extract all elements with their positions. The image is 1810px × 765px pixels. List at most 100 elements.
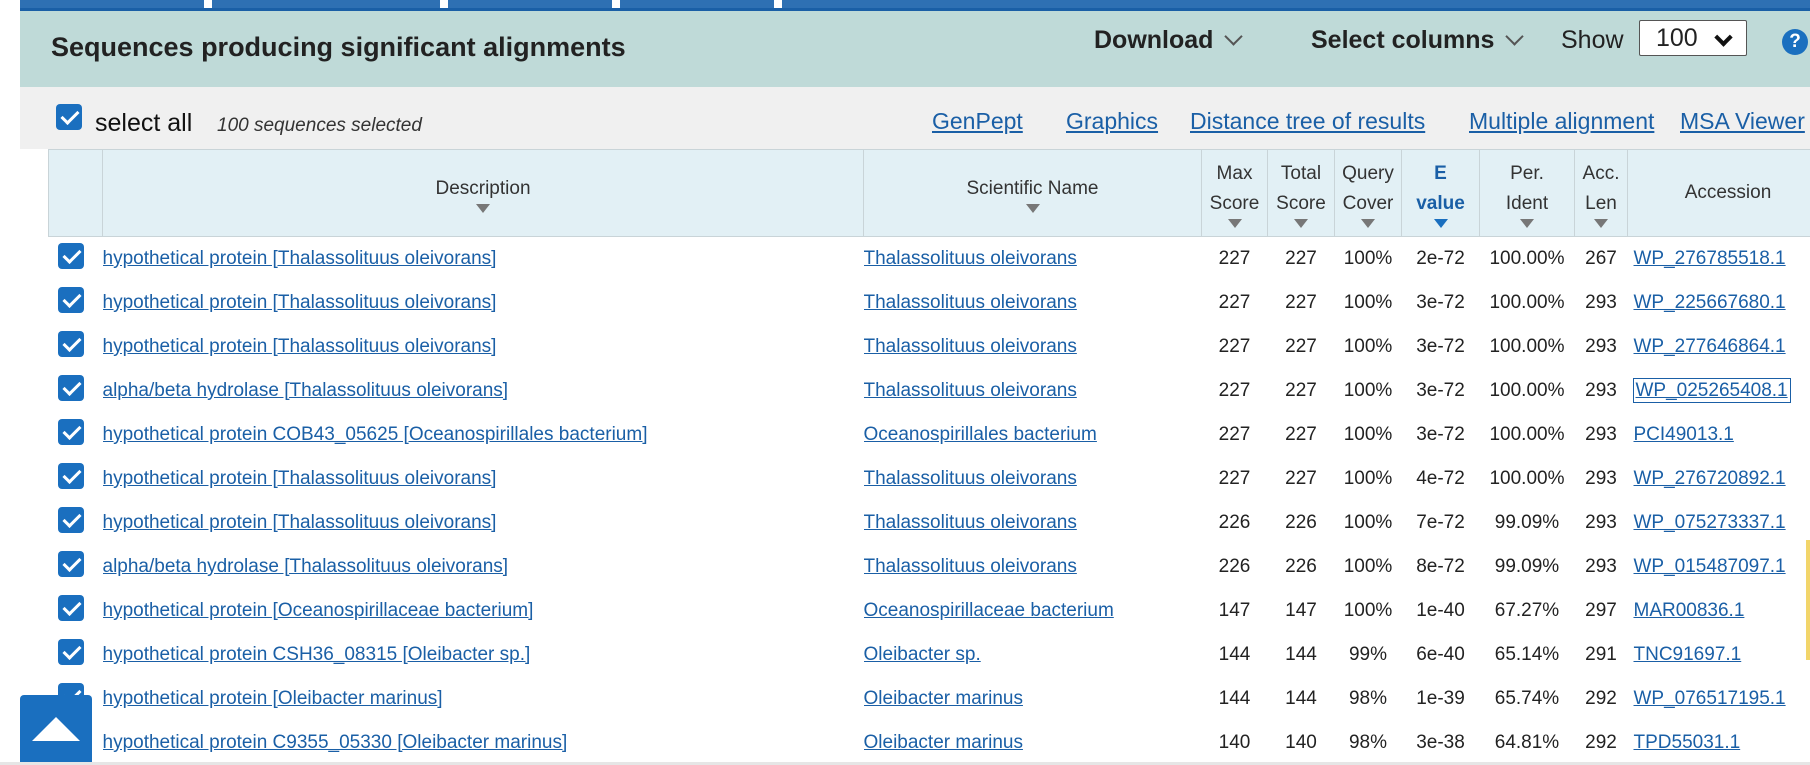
total-score-cell: 226 (1285, 556, 1317, 577)
accession-link[interactable]: WP_015487097.1 (1634, 556, 1786, 577)
description-cell: hypothetical protein C9355_05330 [Oleiba… (103, 721, 864, 765)
column-evalue[interactable]: Evalue (1401, 149, 1480, 237)
column-query-cover[interactable]: Query Cover (1334, 149, 1402, 237)
accession-link[interactable]: PCI49013.1 (1634, 424, 1734, 445)
scientific-name-link[interactable]: Thalassolituus oleivorans (864, 248, 1077, 269)
sort-down-icon[interactable] (1433, 218, 1448, 228)
accession-link[interactable]: WP_276785518.1 (1634, 248, 1786, 269)
column-max-score[interactable]: Max Score (1201, 149, 1268, 237)
description-cell: hypothetical protein [Oceanospirillaceae… (103, 589, 864, 633)
column-per-ident[interactable]: Per. Ident (1479, 149, 1575, 237)
acc-len-cell: 291 (1585, 644, 1617, 665)
show-count-value: 100 (1656, 23, 1698, 52)
multiple-alignment-link[interactable]: Multiple alignment (1469, 108, 1654, 135)
genpept-link[interactable]: GenPept (932, 108, 1023, 135)
row-checkbox[interactable] (57, 595, 84, 621)
accession-cell: WP_075273337.1 (1628, 501, 1810, 545)
download-label: Download (1094, 26, 1214, 54)
sort-down-icon[interactable] (1520, 218, 1534, 228)
row-checkbox[interactable] (57, 331, 84, 357)
max-score-cell: 227 (1218, 468, 1251, 489)
scientific-name-link[interactable]: Oleibacter marinus (864, 688, 1023, 709)
accession-link[interactable]: TNC91697.1 (1634, 644, 1742, 665)
row-checkbox[interactable] (57, 639, 84, 665)
row-checkbox[interactable] (57, 287, 84, 313)
sort-down-icon[interactable] (1227, 218, 1242, 228)
accession-link[interactable]: WP_076517195.1 (1634, 688, 1786, 709)
download-button[interactable]: Download (1094, 26, 1244, 55)
back-to-top-button[interactable] (20, 695, 92, 765)
description-link[interactable]: hypothetical protein CSH36_08315 [Oleiba… (103, 644, 531, 665)
arrow-up-icon (32, 717, 80, 741)
description-link[interactable]: hypothetical protein [Thalassolituus ole… (103, 468, 497, 489)
row-checkbox[interactable] (57, 375, 84, 401)
accession-link[interactable]: MAR00836.1 (1634, 600, 1745, 621)
sort-down-icon[interactable] (1294, 218, 1308, 228)
description-cell: hypothetical protein [Thalassolituus ole… (103, 281, 864, 325)
description-cell: alpha/beta hydrolase [Thalassolituus ole… (103, 545, 864, 589)
acc-len-cell: 293 (1585, 380, 1617, 401)
per-ident-cell: 100.00% (1489, 336, 1565, 357)
row-checkbox[interactable] (57, 551, 84, 577)
scientific-name-link[interactable]: Oceanospirillaceae bacterium (864, 600, 1114, 621)
query-cover-cell: 100% (1343, 424, 1393, 445)
description-link[interactable]: hypothetical protein [Thalassolituus ole… (103, 336, 497, 357)
distance-tree-link[interactable]: Distance tree of results (1190, 108, 1425, 135)
column-total-score[interactable]: Total Score (1267, 149, 1335, 237)
description-link[interactable]: hypothetical protein [Oceanospirillaceae… (103, 600, 534, 621)
row-checkbox-cell (49, 237, 103, 282)
description-link[interactable]: alpha/beta hydrolase [Thalassolituus ole… (103, 380, 509, 401)
sort-down-icon[interactable] (1361, 218, 1375, 228)
scientific-name-cell: Oceanospirillaceae bacterium (864, 589, 1202, 633)
accession-link[interactable]: WP_075273337.1 (1634, 512, 1786, 533)
description-link[interactable]: hypothetical protein C9355_05330 [Oleiba… (103, 732, 568, 753)
description-link[interactable]: hypothetical protein COB43_05625 [Oceano… (103, 424, 648, 445)
description-link[interactable]: hypothetical protein [Thalassolituus ole… (103, 512, 497, 533)
sort-down-icon[interactable] (476, 203, 490, 213)
description-link[interactable]: hypothetical protein [Thalassolituus ole… (103, 292, 497, 313)
results-table: Description Scientific Name Max Score Tot… (48, 149, 1810, 765)
row-checkbox[interactable] (57, 243, 84, 269)
row-checkbox[interactable] (57, 419, 84, 445)
select-all-checkbox[interactable] (56, 104, 82, 130)
column-acc-len[interactable]: Acc. Len (1574, 149, 1628, 237)
scientific-name-link[interactable]: Thalassolituus oleivorans (864, 512, 1077, 533)
scientific-name-link[interactable]: Thalassolituus oleivorans (864, 468, 1077, 489)
accession-link[interactable]: WP_277646864.1 (1634, 336, 1786, 357)
scientific-name-link[interactable]: Oleibacter sp. (864, 644, 981, 665)
scientific-name-link[interactable]: Oceanospirillales bacterium (864, 424, 1097, 445)
description-link[interactable]: alpha/beta hydrolase [Thalassolituus ole… (103, 556, 509, 577)
msa-viewer-link[interactable]: MSA Viewer (1680, 108, 1805, 135)
scientific-name-link[interactable]: Thalassolituus oleivorans (864, 556, 1077, 577)
question-circle-icon[interactable]: ? (1782, 29, 1808, 55)
row-checkbox[interactable] (57, 463, 84, 489)
scientific-name-link[interactable]: Oleibacter marinus (864, 732, 1023, 753)
max-score-cell: 140 (1218, 732, 1251, 753)
accession-link[interactable]: WP_276720892.1 (1634, 468, 1786, 489)
column-description[interactable]: Description (102, 149, 864, 237)
scientific-name-cell: Thalassolituus oleivorans (864, 281, 1202, 325)
accession-link[interactable]: TPD55031.1 (1634, 732, 1741, 753)
scientific-name-link[interactable]: Thalassolituus oleivorans (864, 292, 1077, 313)
show-count-select[interactable]: 100 (1639, 20, 1747, 56)
scientific-name-link[interactable]: Thalassolituus oleivorans (864, 380, 1077, 401)
table-row: alpha/beta hydrolase [Thalassolituus ole… (49, 369, 1810, 413)
description-link[interactable]: hypothetical protein [Oleibacter marinus… (103, 688, 443, 709)
column-scientific-name[interactable]: Scientific Name (863, 149, 1202, 237)
accession-link[interactable]: WP_025265408.1 (1632, 378, 1791, 403)
select-all-label[interactable]: select all (95, 109, 192, 138)
evalue-cell: 3e-38 (1416, 732, 1465, 753)
description-link[interactable]: hypothetical protein [Thalassolituus ole… (103, 248, 497, 269)
sort-down-icon[interactable] (1025, 203, 1040, 213)
evalue-cell: 2e-72 (1416, 248, 1465, 269)
graphics-link[interactable]: Graphics (1066, 108, 1158, 135)
select-columns-button[interactable]: Select columns (1311, 26, 1525, 55)
table-header-row: Description Scientific Name Max Score Tot… (48, 149, 1810, 237)
scientific-name-link[interactable]: Thalassolituus oleivorans (864, 336, 1077, 357)
accession-link[interactable]: WP_225667680.1 (1634, 292, 1786, 313)
scientific-name-cell: Thalassolituus oleivorans (864, 501, 1202, 545)
max-score-cell: 227 (1218, 424, 1251, 445)
sort-down-icon[interactable] (1594, 218, 1608, 228)
row-checkbox[interactable] (57, 507, 84, 533)
per-ident-cell: 100.00% (1489, 424, 1565, 445)
